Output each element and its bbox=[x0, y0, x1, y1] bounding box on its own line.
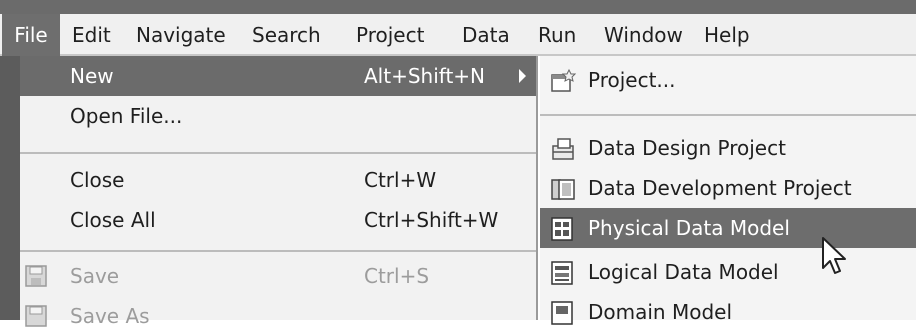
domain-model-icon bbox=[551, 301, 573, 325]
menu-help[interactable]: Help bbox=[704, 14, 750, 56]
menu-item-label: Project... bbox=[588, 68, 676, 92]
file-menu-item-close-all[interactable]: Close All Ctrl+Shift+W bbox=[20, 200, 536, 240]
menu-item-label: Close All bbox=[70, 208, 156, 232]
menu-item-label: Close bbox=[70, 168, 125, 192]
menu-project[interactable]: Project bbox=[356, 14, 424, 56]
menu-item-shortcut: Ctrl+W bbox=[364, 168, 437, 192]
new-submenu-item-data-design-project[interactable]: Data Design Project bbox=[540, 128, 916, 168]
file-menu-item-save[interactable]: Save Ctrl+S bbox=[20, 256, 536, 296]
window-title-strip bbox=[0, 0, 916, 14]
editor-edge bbox=[0, 56, 20, 320]
menu-item-label: Data Development Project bbox=[588, 176, 852, 200]
submenu-arrow-icon bbox=[519, 69, 526, 83]
menu-item-label: Data Design Project bbox=[588, 136, 786, 160]
menu-separator bbox=[20, 250, 536, 252]
menu-window[interactable]: Window bbox=[604, 14, 683, 56]
physical-data-model-icon bbox=[551, 217, 573, 241]
new-submenu-item-project[interactable]: Project... bbox=[540, 60, 916, 100]
new-submenu: Project... Data Design Project Data Deve… bbox=[540, 56, 916, 325]
menu-file[interactable]: File bbox=[2, 14, 60, 56]
menu-edit[interactable]: Edit bbox=[72, 14, 111, 56]
new-submenu-item-logical-data-model[interactable]: Logical Data Model bbox=[540, 252, 916, 292]
data-design-project-icon bbox=[552, 138, 574, 160]
menu-separator bbox=[540, 114, 916, 116]
file-menu-item-save-as[interactable]: Save As bbox=[20, 296, 536, 336]
menu-separator bbox=[20, 152, 536, 154]
menu-item-label: Save As bbox=[70, 304, 150, 328]
file-menu-dropdown: New Alt+Shift+N Open File... Close Ctrl+… bbox=[20, 56, 538, 328]
menu-item-label: Logical Data Model bbox=[588, 260, 779, 284]
mouse-pointer-icon bbox=[822, 237, 846, 274]
menu-item-shortcut: Alt+Shift+N bbox=[364, 64, 486, 88]
logical-data-model-icon bbox=[551, 261, 573, 285]
menu-item-label: Save bbox=[70, 264, 120, 288]
save-icon bbox=[25, 265, 47, 287]
file-menu-item-open-file[interactable]: Open File... bbox=[20, 96, 536, 136]
menu-run[interactable]: Run bbox=[538, 14, 576, 56]
file-menu-item-close[interactable]: Close Ctrl+W bbox=[20, 160, 536, 200]
menu-search[interactable]: Search bbox=[252, 14, 321, 56]
menu-bar: File Edit Navigate Search Project Data R… bbox=[0, 14, 916, 56]
menu-item-label: New bbox=[70, 64, 114, 88]
save-as-icon bbox=[25, 305, 47, 327]
menu-item-label: Physical Data Model bbox=[588, 216, 790, 240]
menu-navigate[interactable]: Navigate bbox=[136, 14, 226, 56]
new-submenu-item-physical-data-model[interactable]: Physical Data Model bbox=[540, 208, 916, 248]
data-development-project-icon bbox=[551, 179, 575, 200]
menu-item-shortcut: Ctrl+Shift+W bbox=[364, 208, 499, 232]
menu-item-label: Open File... bbox=[70, 104, 183, 128]
file-menu-item-new[interactable]: New Alt+Shift+N bbox=[20, 56, 536, 96]
new-project-icon bbox=[551, 68, 576, 92]
new-submenu-item-domain-model[interactable]: Domain Model bbox=[540, 292, 916, 332]
new-submenu-item-data-development-project[interactable]: Data Development Project bbox=[540, 168, 916, 208]
menu-item-shortcut: Ctrl+S bbox=[364, 264, 430, 288]
menu-item-label: Domain Model bbox=[588, 300, 733, 324]
menu-data[interactable]: Data bbox=[462, 14, 510, 56]
